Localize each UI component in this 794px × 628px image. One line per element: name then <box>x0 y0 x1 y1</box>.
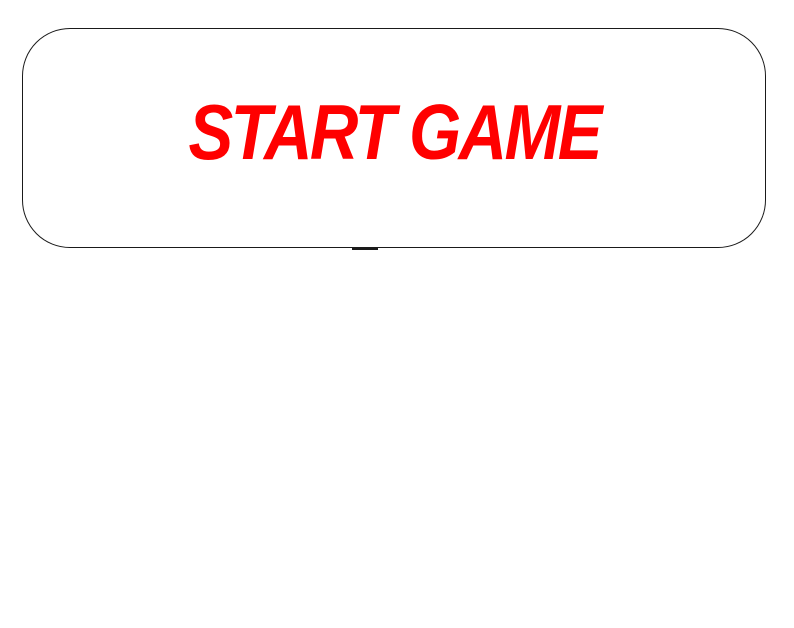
button-shadow <box>352 247 378 250</box>
start-game-label: START GAME <box>188 87 602 176</box>
start-game-button[interactable]: START GAME <box>22 28 766 248</box>
game-screen: START GAME <box>0 0 794 628</box>
